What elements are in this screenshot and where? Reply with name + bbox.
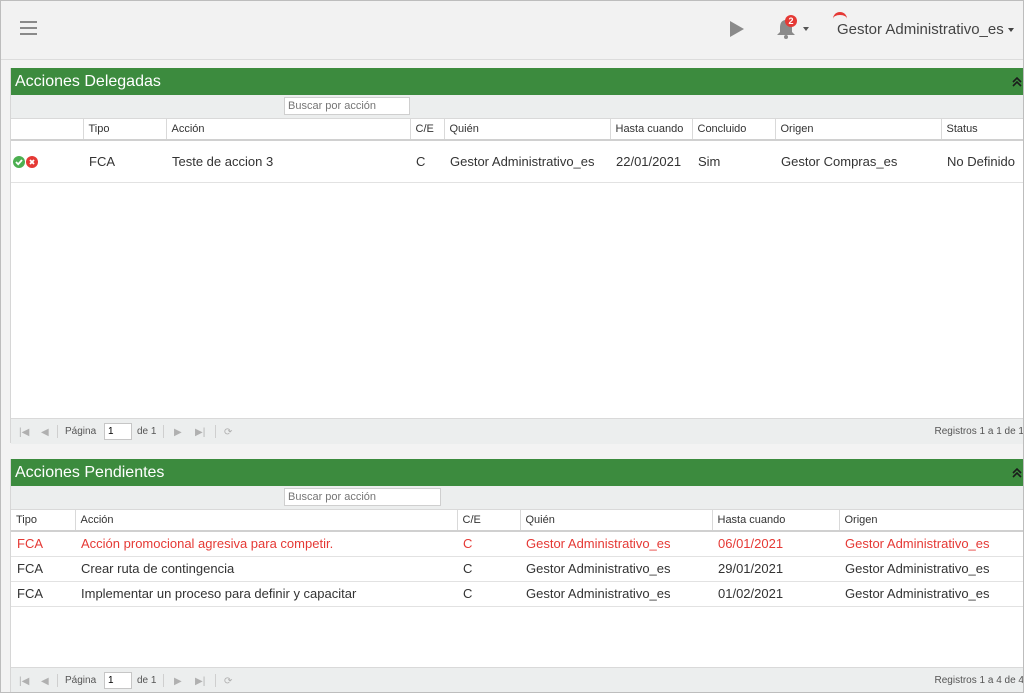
records-count: Registros 1 a 4 de 4 bbox=[934, 675, 1024, 686]
page-label: Página bbox=[65, 426, 97, 437]
cell-origen: Gestor Compras_es bbox=[775, 140, 941, 183]
cell-quien: Gestor Administrativo_es bbox=[520, 556, 712, 582]
cell-tipo: FCA bbox=[83, 140, 166, 183]
cell-hasta: 22/01/2021 bbox=[610, 140, 692, 183]
cell-concluido: Sim bbox=[692, 140, 775, 183]
col-status[interactable]: Status bbox=[941, 119, 1023, 141]
cell-origen: Gestor Administrativo_es bbox=[839, 531, 1023, 557]
chevron-down-icon bbox=[803, 27, 809, 31]
next-page-icon[interactable]: ▶ bbox=[174, 427, 182, 438]
col-tipo[interactable]: Tipo bbox=[83, 119, 167, 141]
cell-ce: C bbox=[457, 531, 520, 557]
collapse-icon[interactable] bbox=[1012, 76, 1022, 88]
delegadas-panel: Acciones Delegadas Tipo Acción C/E Quién bbox=[10, 68, 1024, 444]
cell-accion: Crear ruta de contingencia bbox=[75, 556, 457, 582]
cell-origen: Gestor Administrativo_es bbox=[839, 581, 1023, 607]
refresh-icon[interactable]: ⟳ bbox=[224, 427, 232, 438]
collapse-icon[interactable] bbox=[1012, 467, 1022, 479]
table-row[interactable]: FCA Acción promocional agresiva para com… bbox=[11, 531, 1023, 557]
pendientes-search-bar bbox=[11, 486, 1023, 510]
cell-tipo: FCA bbox=[11, 581, 75, 607]
col-origen[interactable]: Origen bbox=[775, 119, 942, 141]
delegadas-search-bar bbox=[11, 95, 1023, 119]
col-origen[interactable]: Origen bbox=[839, 510, 1023, 532]
app-window: 2 Gestor Administrativo_es Acciones Dele… bbox=[0, 0, 1024, 693]
last-page-icon[interactable]: ▶| bbox=[195, 676, 205, 687]
cell-hasta: 29/01/2021 bbox=[712, 556, 839, 582]
table-header-row: Tipo Acción C/E Quién Hasta cuando Concl… bbox=[11, 119, 1023, 141]
delegadas-table: Tipo Acción C/E Quién Hasta cuando Concl… bbox=[11, 119, 1023, 183]
records-count: Registros 1 a 1 de 1 bbox=[934, 426, 1024, 437]
page-count: de 1 bbox=[137, 426, 157, 437]
table-row[interactable]: FCA Crear ruta de contingencia C Gestor … bbox=[11, 556, 1023, 582]
cell-ce: C bbox=[410, 140, 444, 183]
reject-icon[interactable] bbox=[26, 156, 38, 169]
refresh-icon[interactable]: ⟳ bbox=[224, 676, 232, 687]
chevron-down-icon bbox=[1007, 28, 1014, 33]
delegadas-pager: |◀ ◀ Página de 1 ▶ ▶| ⟳ Registros 1 a 1 … bbox=[11, 418, 1024, 444]
col-concluido[interactable]: Concluido bbox=[692, 119, 776, 141]
prev-page-icon[interactable]: ◀ bbox=[41, 427, 49, 438]
page-input[interactable] bbox=[104, 672, 132, 689]
approve-icon[interactable] bbox=[13, 156, 25, 169]
table-row[interactable]: FCA Implementar un proceso para definir … bbox=[11, 581, 1023, 607]
pendientes-pager: |◀ ◀ Página de 1 ▶ ▶| ⟳ Registros 1 a 4 … bbox=[11, 667, 1024, 692]
cell-hasta: 01/02/2021 bbox=[712, 581, 839, 607]
cell-accion: Acción promocional agresiva para competi… bbox=[75, 531, 457, 557]
cell-quien: Gestor Administrativo_es bbox=[444, 140, 610, 183]
col-accion[interactable]: Acción bbox=[75, 510, 458, 532]
page-label: Página bbox=[65, 675, 97, 686]
col-ce[interactable]: C/E bbox=[457, 510, 521, 532]
col-ce[interactable]: C/E bbox=[410, 119, 445, 141]
page-count: de 1 bbox=[137, 675, 157, 686]
next-page-icon[interactable]: ▶ bbox=[174, 676, 182, 687]
table-row[interactable]: FCA Teste de accion 3 C Gestor Administr… bbox=[11, 140, 1023, 183]
panel-title: Acciones Delegadas bbox=[15, 73, 161, 90]
cell-tipo: FCA bbox=[11, 531, 75, 557]
cell-ce: C bbox=[457, 556, 520, 582]
user-name: Gestor Administrativo_es bbox=[837, 21, 1004, 38]
cell-accion: Implementar un proceso para definir y ca… bbox=[75, 581, 457, 607]
col-hasta[interactable]: Hasta cuando bbox=[712, 510, 840, 532]
last-page-icon[interactable]: ▶| bbox=[195, 427, 205, 438]
cell-origen: Gestor Administrativo_es bbox=[839, 556, 1023, 582]
notification-badge: 2 bbox=[785, 15, 797, 27]
cell-hasta: 06/01/2021 bbox=[712, 531, 839, 557]
col-hasta[interactable]: Hasta cuando bbox=[610, 119, 693, 141]
col-accion[interactable]: Acción bbox=[166, 119, 411, 141]
pendientes-table: Tipo Acción C/E Quién Hasta cuando Orige… bbox=[11, 510, 1023, 607]
search-input[interactable] bbox=[284, 488, 441, 506]
col-tipo[interactable]: Tipo bbox=[11, 510, 76, 532]
cell-tipo: FCA bbox=[11, 556, 75, 582]
search-input[interactable] bbox=[284, 97, 410, 115]
notifications-button[interactable]: 2 bbox=[775, 15, 809, 43]
cell-accion: Teste de accion 3 bbox=[166, 140, 410, 183]
cell-quien: Gestor Administrativo_es bbox=[520, 531, 712, 557]
delegadas-header: Acciones Delegadas bbox=[11, 68, 1023, 95]
menu-icon[interactable] bbox=[20, 21, 37, 35]
cell-quien: Gestor Administrativo_es bbox=[520, 581, 712, 607]
prev-page-icon[interactable]: ◀ bbox=[41, 676, 49, 687]
first-page-icon[interactable]: |◀ bbox=[19, 676, 29, 687]
panel-title: Acciones Pendientes bbox=[15, 464, 165, 481]
play-icon[interactable] bbox=[730, 21, 744, 37]
top-bar: 2 Gestor Administrativo_es bbox=[1, 1, 1023, 60]
cell-status: No Definido bbox=[941, 140, 1023, 183]
page-input[interactable] bbox=[104, 423, 132, 440]
pendientes-header: Acciones Pendientes bbox=[11, 459, 1023, 486]
col-quien[interactable]: Quién bbox=[444, 119, 611, 141]
cell-ce: C bbox=[457, 581, 520, 607]
table-header-row: Tipo Acción C/E Quién Hasta cuando Orige… bbox=[11, 510, 1023, 532]
first-page-icon[interactable]: |◀ bbox=[19, 427, 29, 438]
col-actions bbox=[11, 119, 84, 141]
col-quien[interactable]: Quién bbox=[520, 510, 713, 532]
user-menu[interactable]: Gestor Administrativo_es bbox=[837, 21, 1014, 38]
pendientes-panel: Acciones Pendientes Tipo Acción C/E Quié… bbox=[10, 459, 1024, 692]
